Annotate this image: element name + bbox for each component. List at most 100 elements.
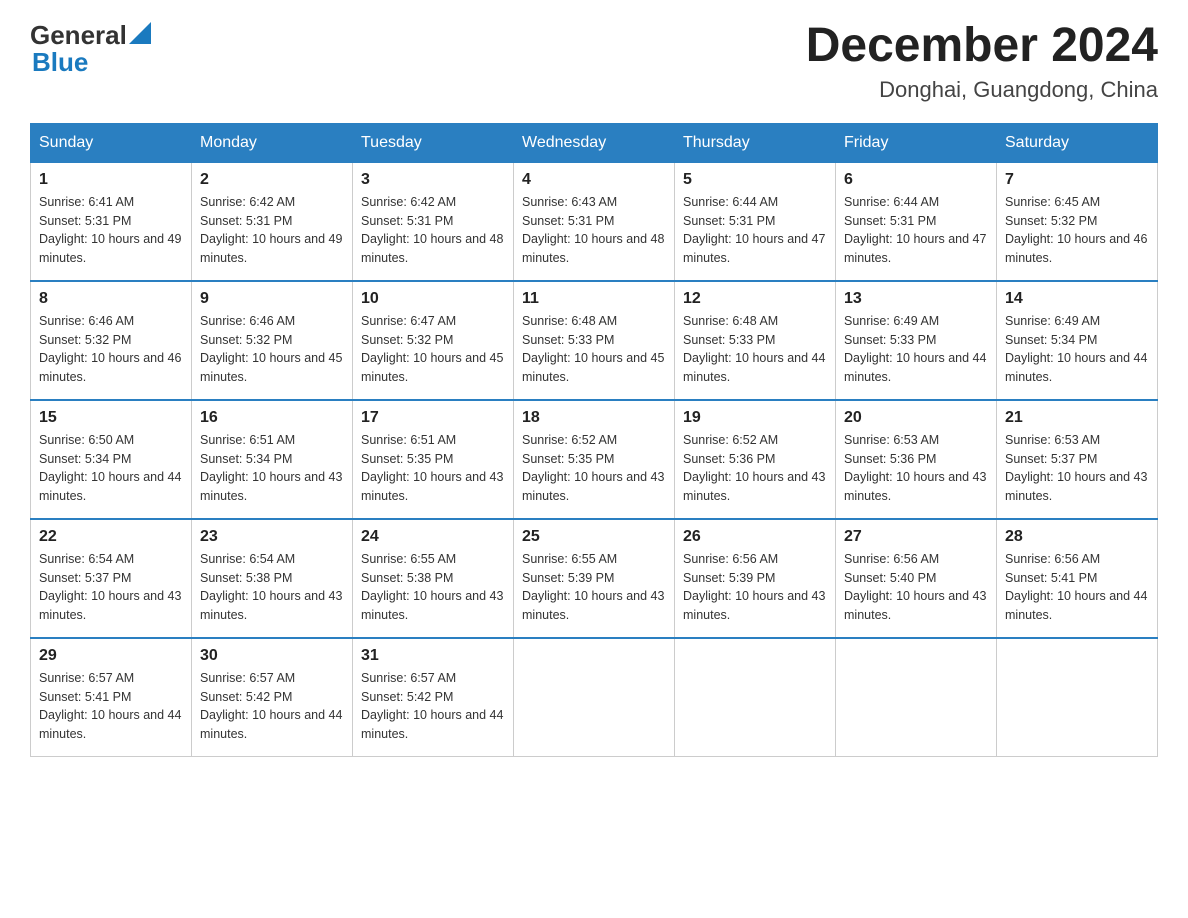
daylight-label: Daylight: 10 hours and 45 minutes.: [361, 351, 503, 384]
sunrise-label: Sunrise: 6:55 AM: [361, 552, 456, 566]
day-number: 11: [522, 290, 666, 308]
sunrise-label: Sunrise: 6:54 AM: [200, 552, 295, 566]
sunrise-label: Sunrise: 6:42 AM: [200, 195, 295, 209]
sunrise-label: Sunrise: 6:51 AM: [361, 433, 456, 447]
sunrise-label: Sunrise: 6:48 AM: [683, 314, 778, 328]
daylight-label: Daylight: 10 hours and 44 minutes.: [39, 708, 181, 741]
daylight-label: Daylight: 10 hours and 43 minutes.: [522, 589, 664, 622]
day-info: Sunrise: 6:46 AM Sunset: 5:32 PM Dayligh…: [200, 312, 344, 387]
daylight-label: Daylight: 10 hours and 49 minutes.: [39, 232, 181, 265]
col-sunday: Sunday: [31, 123, 192, 162]
day-info: Sunrise: 6:47 AM Sunset: 5:32 PM Dayligh…: [361, 312, 505, 387]
daylight-label: Daylight: 10 hours and 45 minutes.: [522, 351, 664, 384]
sunset-label: Sunset: 5:41 PM: [1005, 571, 1097, 585]
day-info: Sunrise: 6:53 AM Sunset: 5:37 PM Dayligh…: [1005, 431, 1149, 506]
table-row: 17 Sunrise: 6:51 AM Sunset: 5:35 PM Dayl…: [353, 400, 514, 519]
sunrise-label: Sunrise: 6:43 AM: [522, 195, 617, 209]
sunrise-label: Sunrise: 6:44 AM: [683, 195, 778, 209]
day-number: 6: [844, 171, 988, 189]
daylight-label: Daylight: 10 hours and 43 minutes.: [361, 589, 503, 622]
daylight-label: Daylight: 10 hours and 44 minutes.: [361, 708, 503, 741]
daylight-label: Daylight: 10 hours and 43 minutes.: [844, 589, 986, 622]
sunset-label: Sunset: 5:32 PM: [361, 333, 453, 347]
day-info: Sunrise: 6:41 AM Sunset: 5:31 PM Dayligh…: [39, 193, 183, 268]
day-info: Sunrise: 6:50 AM Sunset: 5:34 PM Dayligh…: [39, 431, 183, 506]
day-number: 14: [1005, 290, 1149, 308]
table-row: 6 Sunrise: 6:44 AM Sunset: 5:31 PM Dayli…: [836, 162, 997, 281]
day-info: Sunrise: 6:52 AM Sunset: 5:35 PM Dayligh…: [522, 431, 666, 506]
sunset-label: Sunset: 5:33 PM: [844, 333, 936, 347]
calendar-week-row: 8 Sunrise: 6:46 AM Sunset: 5:32 PM Dayli…: [31, 281, 1158, 400]
sunset-label: Sunset: 5:31 PM: [39, 214, 131, 228]
day-info: Sunrise: 6:57 AM Sunset: 5:42 PM Dayligh…: [361, 669, 505, 744]
table-row: 28 Sunrise: 6:56 AM Sunset: 5:41 PM Dayl…: [997, 519, 1158, 638]
daylight-label: Daylight: 10 hours and 44 minutes.: [1005, 351, 1147, 384]
day-number: 15: [39, 409, 183, 427]
day-info: Sunrise: 6:55 AM Sunset: 5:38 PM Dayligh…: [361, 550, 505, 625]
table-row: 10 Sunrise: 6:47 AM Sunset: 5:32 PM Dayl…: [353, 281, 514, 400]
col-wednesday: Wednesday: [514, 123, 675, 162]
day-info: Sunrise: 6:57 AM Sunset: 5:42 PM Dayligh…: [200, 669, 344, 744]
sunrise-label: Sunrise: 6:45 AM: [1005, 195, 1100, 209]
sunrise-label: Sunrise: 6:48 AM: [522, 314, 617, 328]
table-row: 2 Sunrise: 6:42 AM Sunset: 5:31 PM Dayli…: [192, 162, 353, 281]
table-row: 30 Sunrise: 6:57 AM Sunset: 5:42 PM Dayl…: [192, 638, 353, 757]
day-number: 19: [683, 409, 827, 427]
sunrise-label: Sunrise: 6:52 AM: [522, 433, 617, 447]
sunset-label: Sunset: 5:34 PM: [1005, 333, 1097, 347]
day-number: 24: [361, 528, 505, 546]
table-row: 26 Sunrise: 6:56 AM Sunset: 5:39 PM Dayl…: [675, 519, 836, 638]
day-info: Sunrise: 6:48 AM Sunset: 5:33 PM Dayligh…: [522, 312, 666, 387]
sunrise-label: Sunrise: 6:56 AM: [683, 552, 778, 566]
day-info: Sunrise: 6:42 AM Sunset: 5:31 PM Dayligh…: [200, 193, 344, 268]
table-row: 16 Sunrise: 6:51 AM Sunset: 5:34 PM Dayl…: [192, 400, 353, 519]
table-row: 11 Sunrise: 6:48 AM Sunset: 5:33 PM Dayl…: [514, 281, 675, 400]
daylight-label: Daylight: 10 hours and 43 minutes.: [1005, 470, 1147, 503]
sunrise-label: Sunrise: 6:49 AM: [844, 314, 939, 328]
daylight-label: Daylight: 10 hours and 43 minutes.: [522, 470, 664, 503]
day-info: Sunrise: 6:56 AM Sunset: 5:40 PM Dayligh…: [844, 550, 988, 625]
daylight-label: Daylight: 10 hours and 43 minutes.: [39, 589, 181, 622]
daylight-label: Daylight: 10 hours and 43 minutes.: [200, 470, 342, 503]
day-number: 31: [361, 647, 505, 665]
col-monday: Monday: [192, 123, 353, 162]
sunset-label: Sunset: 5:42 PM: [361, 690, 453, 704]
daylight-label: Daylight: 10 hours and 43 minutes.: [844, 470, 986, 503]
day-info: Sunrise: 6:48 AM Sunset: 5:33 PM Dayligh…: [683, 312, 827, 387]
day-number: 4: [522, 171, 666, 189]
sunrise-label: Sunrise: 6:46 AM: [200, 314, 295, 328]
day-number: 27: [844, 528, 988, 546]
day-info: Sunrise: 6:43 AM Sunset: 5:31 PM Dayligh…: [522, 193, 666, 268]
sunset-label: Sunset: 5:31 PM: [683, 214, 775, 228]
calendar-week-row: 22 Sunrise: 6:54 AM Sunset: 5:37 PM Dayl…: [31, 519, 1158, 638]
day-number: 5: [683, 171, 827, 189]
day-info: Sunrise: 6:45 AM Sunset: 5:32 PM Dayligh…: [1005, 193, 1149, 268]
day-info: Sunrise: 6:56 AM Sunset: 5:41 PM Dayligh…: [1005, 550, 1149, 625]
sunrise-label: Sunrise: 6:52 AM: [683, 433, 778, 447]
daylight-label: Daylight: 10 hours and 43 minutes.: [683, 589, 825, 622]
daylight-label: Daylight: 10 hours and 44 minutes.: [200, 708, 342, 741]
day-info: Sunrise: 6:57 AM Sunset: 5:41 PM Dayligh…: [39, 669, 183, 744]
day-number: 13: [844, 290, 988, 308]
sunrise-label: Sunrise: 6:44 AM: [844, 195, 939, 209]
location-title: Donghai, Guangdong, China: [806, 77, 1158, 103]
day-number: 12: [683, 290, 827, 308]
day-info: Sunrise: 6:44 AM Sunset: 5:31 PM Dayligh…: [683, 193, 827, 268]
table-row: 12 Sunrise: 6:48 AM Sunset: 5:33 PM Dayl…: [675, 281, 836, 400]
table-row: 3 Sunrise: 6:42 AM Sunset: 5:31 PM Dayli…: [353, 162, 514, 281]
sunrise-label: Sunrise: 6:57 AM: [39, 671, 134, 685]
sunrise-label: Sunrise: 6:56 AM: [844, 552, 939, 566]
day-number: 23: [200, 528, 344, 546]
sunrise-label: Sunrise: 6:57 AM: [361, 671, 456, 685]
table-row: 9 Sunrise: 6:46 AM Sunset: 5:32 PM Dayli…: [192, 281, 353, 400]
day-info: Sunrise: 6:51 AM Sunset: 5:35 PM Dayligh…: [361, 431, 505, 506]
sunset-label: Sunset: 5:37 PM: [1005, 452, 1097, 466]
daylight-label: Daylight: 10 hours and 47 minutes.: [844, 232, 986, 265]
day-info: Sunrise: 6:46 AM Sunset: 5:32 PM Dayligh…: [39, 312, 183, 387]
table-row: 8 Sunrise: 6:46 AM Sunset: 5:32 PM Dayli…: [31, 281, 192, 400]
table-row: 29 Sunrise: 6:57 AM Sunset: 5:41 PM Dayl…: [31, 638, 192, 757]
sunset-label: Sunset: 5:42 PM: [200, 690, 292, 704]
day-number: 17: [361, 409, 505, 427]
table-row: 22 Sunrise: 6:54 AM Sunset: 5:37 PM Dayl…: [31, 519, 192, 638]
daylight-label: Daylight: 10 hours and 47 minutes.: [683, 232, 825, 265]
